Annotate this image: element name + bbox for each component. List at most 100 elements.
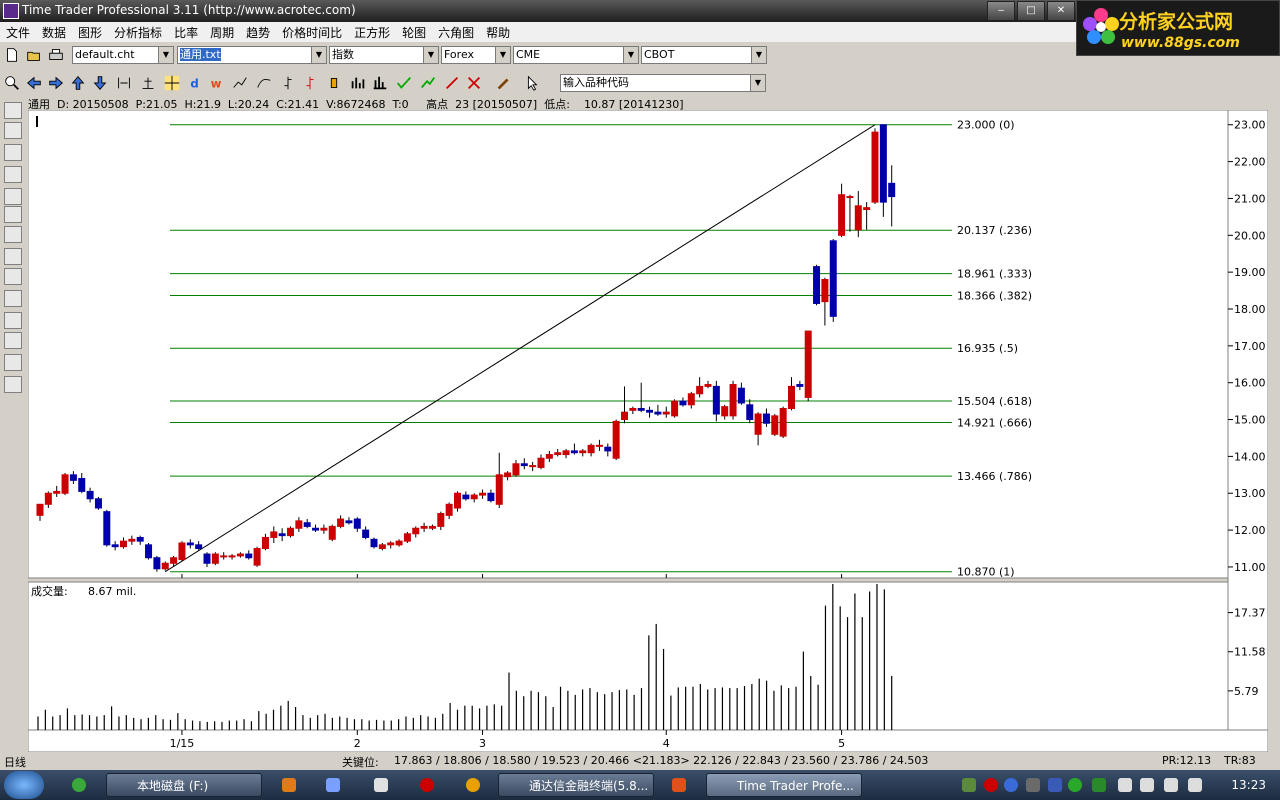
maximize-button[interactable]: □ xyxy=(1017,1,1045,21)
volume-icon[interactable] xyxy=(1164,778,1178,792)
tray-icon-2[interactable] xyxy=(984,778,998,792)
arrow-up-icon[interactable] xyxy=(68,73,88,93)
minimize-button[interactable]: ‒ xyxy=(987,1,1015,21)
tool-fan-icon[interactable] xyxy=(4,268,22,285)
tool-fib-icon[interactable] xyxy=(4,144,22,161)
zoom-icon[interactable] xyxy=(2,73,22,93)
new-file-icon[interactable] xyxy=(2,45,22,65)
line-chart-icon[interactable] xyxy=(230,73,250,93)
tray-icon-4[interactable] xyxy=(1048,778,1062,792)
menu-price-time[interactable]: 价格时间比 xyxy=(276,24,348,41)
task-time-trader[interactable]: Time Trader Profe... xyxy=(706,773,862,797)
main-toolbar: default.cht ▼ 通用.txt ▼ 指数 ▼ Forex ▼ CME ▼ CBO… xyxy=(0,42,1076,68)
tray-icon-5[interactable] xyxy=(1068,778,1082,792)
cursor-icon[interactable] xyxy=(522,73,542,93)
bar-tick-alt-icon[interactable] xyxy=(300,73,320,93)
menu-data[interactable]: 数据 xyxy=(36,24,72,41)
bar-tick-icon[interactable] xyxy=(278,73,298,93)
tool-candles-icon[interactable] xyxy=(4,226,22,243)
arrow-right-icon[interactable] xyxy=(46,73,66,93)
open-folder-icon[interactable] xyxy=(24,45,44,65)
tool-arc-icon[interactable] xyxy=(4,290,22,307)
chrome-icon[interactable] xyxy=(72,778,86,792)
chart-file-select[interactable]: default.cht ▼ xyxy=(72,46,174,64)
daily-d-icon[interactable]: d xyxy=(184,73,204,93)
price-tick-label: 17.00 xyxy=(1234,340,1266,353)
arrow-down-icon[interactable] xyxy=(90,73,110,93)
symbol-input[interactable]: 输入品种代码 ▼ xyxy=(560,74,766,92)
task-tdx-terminal[interactable]: 通达信金融终端(5.8... xyxy=(498,773,654,797)
candle-body xyxy=(545,454,553,459)
window-controls: ‒ □ ✕ xyxy=(985,1,1075,21)
compress-icon[interactable] xyxy=(114,73,134,93)
tool-columns-icon[interactable] xyxy=(4,248,22,265)
shield-icon[interactable] xyxy=(1092,778,1106,792)
candle-icon[interactable] xyxy=(324,73,344,93)
erase-icon[interactable] xyxy=(464,73,484,93)
candle-body xyxy=(53,490,61,494)
weekly-w-icon[interactable]: w xyxy=(206,73,226,93)
app-icon-4[interactable] xyxy=(420,778,434,792)
histogram-icon[interactable] xyxy=(370,73,390,93)
print-icon[interactable] xyxy=(46,45,66,65)
close-button[interactable]: ✕ xyxy=(1047,1,1075,21)
arrow-left-icon[interactable] xyxy=(24,73,44,93)
volume-panel-value: 8.67 mil. xyxy=(88,585,136,598)
tray-icon-7[interactable] xyxy=(1140,778,1154,792)
cme-select[interactable]: CME ▼ xyxy=(513,46,639,64)
candle-body xyxy=(854,205,862,231)
task-local-disk[interactable]: 本地磁盘 (F:) xyxy=(106,773,262,797)
media-icon[interactable] xyxy=(282,778,296,792)
candle-body xyxy=(512,463,520,476)
menu-wheel[interactable]: 轮图 xyxy=(396,24,432,41)
browser-icon[interactable] xyxy=(466,778,480,792)
tray-icon-1[interactable] xyxy=(962,778,976,792)
trend-icon[interactable] xyxy=(418,73,438,93)
candle-body xyxy=(788,385,795,409)
app-icon-3[interactable] xyxy=(374,778,388,792)
crosshair-icon[interactable] xyxy=(162,73,182,93)
price-tick-label: 23.00 xyxy=(1234,119,1266,132)
tool-bars-icon[interactable] xyxy=(4,206,22,223)
tray-icon-3[interactable] xyxy=(1026,778,1040,792)
curve-icon[interactable] xyxy=(254,73,274,93)
app-icon-5[interactable] xyxy=(672,778,686,792)
fib-level-label: 23.000 (0) xyxy=(957,119,1015,132)
help-icon[interactable] xyxy=(1004,778,1018,792)
menu-hexagon[interactable]: 六角图 xyxy=(432,24,480,41)
forex-select[interactable]: Forex ▼ xyxy=(441,46,511,64)
menu-ratio[interactable]: 比率 xyxy=(168,24,204,41)
data-file-select[interactable]: 通用.txt ▼ xyxy=(177,46,327,64)
tool-levels-icon[interactable] xyxy=(4,188,22,205)
tool-draw-icon[interactable] xyxy=(4,312,22,329)
menu-indicators[interactable]: 分析指标 xyxy=(108,24,168,41)
index-select[interactable]: 指数 ▼ xyxy=(329,46,439,64)
candle-body xyxy=(236,553,244,557)
menu-file[interactable]: 文件 xyxy=(0,24,36,41)
tool-channel-icon[interactable] xyxy=(4,122,22,139)
expand-icon[interactable] xyxy=(138,73,158,93)
tool-lines-icon[interactable] xyxy=(4,102,22,119)
menu-square[interactable]: 正方形 xyxy=(348,24,396,41)
app-icon-2[interactable] xyxy=(326,778,340,792)
menu-period[interactable]: 周期 xyxy=(204,24,240,41)
network-icon[interactable] xyxy=(1188,778,1202,792)
tray-icon-6[interactable] xyxy=(1118,778,1132,792)
tool-box-icon[interactable] xyxy=(4,332,22,349)
bar-chart-icon[interactable] xyxy=(348,73,368,93)
tool-hex-icon[interactable] xyxy=(4,376,22,393)
candle-body xyxy=(395,540,403,546)
menu-help[interactable]: 帮助 xyxy=(480,24,516,41)
tool-square-icon[interactable] xyxy=(4,354,22,371)
cbot-select[interactable]: CBOT ▼ xyxy=(641,46,767,64)
pencil-icon[interactable] xyxy=(442,73,462,93)
start-button[interactable] xyxy=(4,771,44,799)
tool-grid-icon[interactable] xyxy=(4,166,22,183)
price-volume-chart[interactable]: 11.00 12.00 13.00 14.00 15.00 16.00 17.00 18.00… xyxy=(27,109,1269,753)
price-tick-label: 15.00 xyxy=(1234,414,1266,427)
menu-graph[interactable]: 图形 xyxy=(72,24,108,41)
check-icon[interactable] xyxy=(394,73,414,93)
chart-area[interactable]: 11.00 12.00 13.00 14.00 15.00 16.00 17.00 18.00… xyxy=(27,109,1269,753)
brush-icon[interactable] xyxy=(494,73,514,93)
menu-trend[interactable]: 趋势 xyxy=(240,24,276,41)
